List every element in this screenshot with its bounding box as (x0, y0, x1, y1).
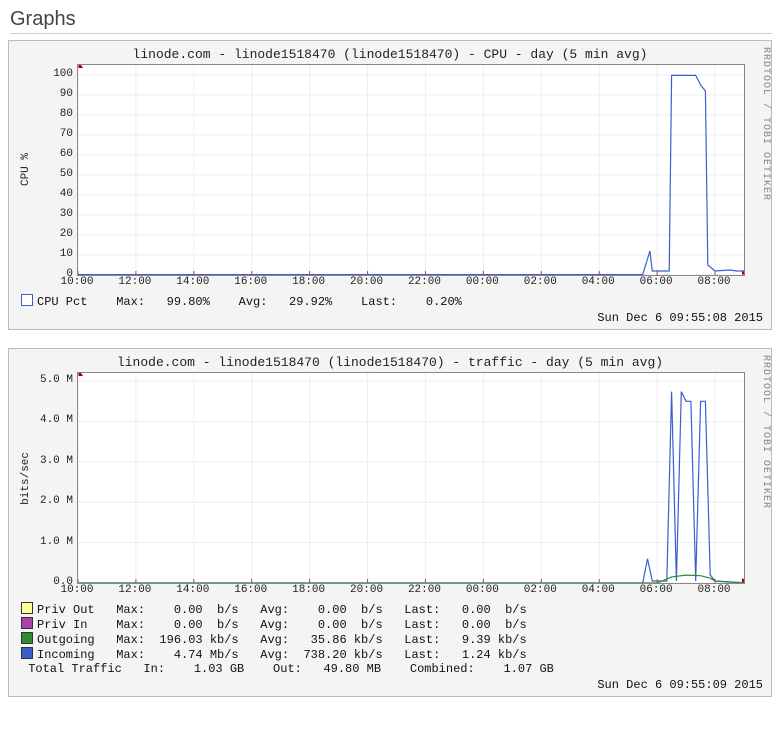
cpu-y-axis: 0102030405060708090100 (35, 64, 77, 274)
page-title: Graphs (10, 8, 772, 34)
cpu-legend: CPU Pct Max: 99.80% Avg: 29.92% Last: 0.… (21, 294, 763, 309)
traffic-y-axis: 0.01.0 M2.0 M3.0 M4.0 M5.0 M (35, 372, 77, 582)
cpu-timestamp: Sun Dec 6 09:55:08 2015 (17, 311, 763, 325)
traffic-chart-title: linode.com - linode1518470 (linode151847… (17, 355, 763, 370)
traffic-timestamp: Sun Dec 6 09:55:09 2015 (17, 678, 763, 692)
traffic-plot-area (77, 372, 745, 584)
traffic-x-axis: 10:0012:0014:0016:0018:0020:0022:0000:00… (77, 584, 743, 598)
traffic-ylabel: bits/sec (17, 372, 35, 584)
cpu-ylabel: CPU % (17, 64, 35, 276)
cpu-plot-area (77, 64, 745, 276)
cpu-graph-card: RRDTOOL / TOBI OETIKER linode.com - lino… (8, 40, 772, 330)
rrdtool-credit: RRDTOOL / TOBI OETIKER (757, 47, 771, 323)
rrdtool-credit: RRDTOOL / TOBI OETIKER (757, 355, 771, 690)
cpu-x-axis: 10:0012:0014:0016:0018:0020:0022:0000:00… (77, 276, 743, 290)
cpu-chart-title: linode.com - linode1518470 (linode151847… (17, 47, 763, 62)
traffic-legend: Priv Out Max: 0.00 b/s Avg: 0.00 b/s Las… (21, 602, 763, 676)
traffic-graph-card: RRDTOOL / TOBI OETIKER linode.com - lino… (8, 348, 772, 697)
